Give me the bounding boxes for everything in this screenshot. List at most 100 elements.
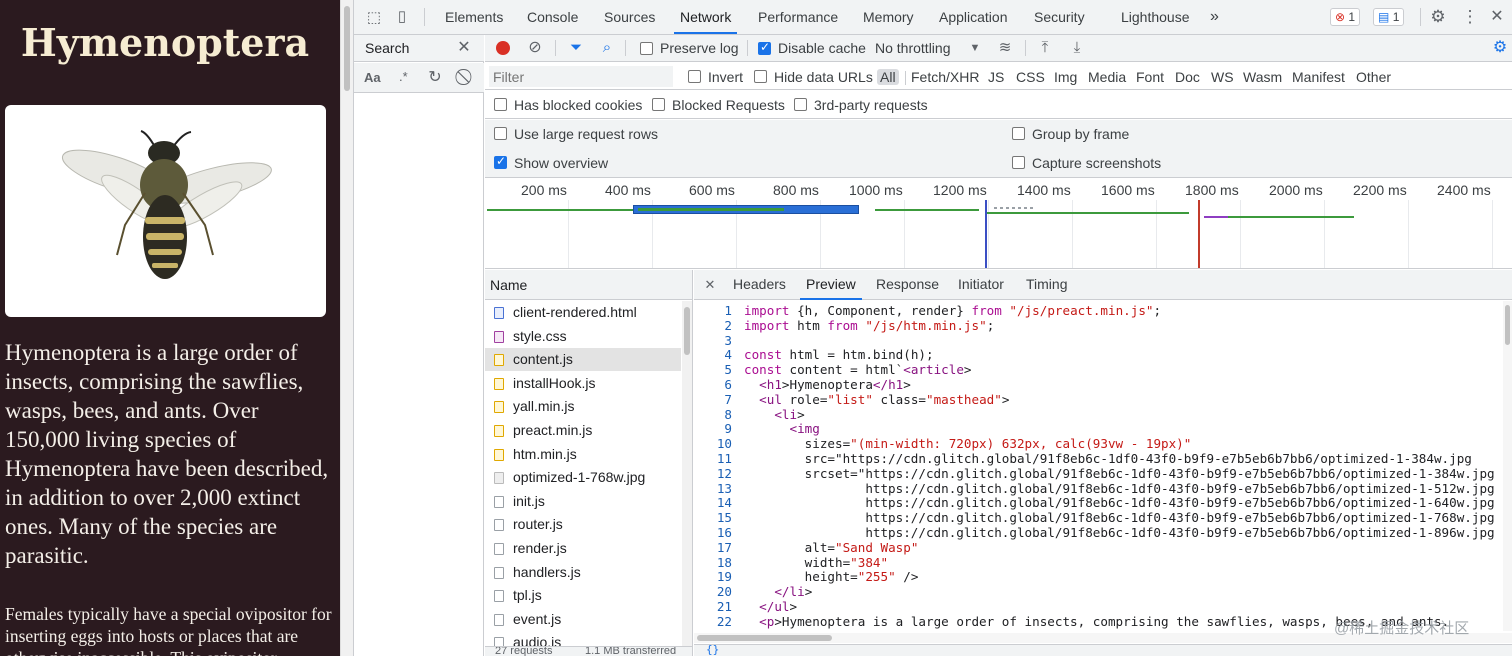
- filter-doc[interactable]: Doc: [1175, 69, 1200, 85]
- request-name: yall.min.js: [513, 398, 575, 415]
- preserve-log-checkbox[interactable]: [640, 42, 653, 55]
- transferred-size: 1.1 MB transferred: [585, 646, 677, 656]
- request-name: tpl.js: [513, 587, 542, 604]
- code-vscroll-thumb[interactable]: [1505, 305, 1510, 345]
- request-list-scrollbar[interactable]: [682, 301, 692, 656]
- more-options-icon[interactable]: ⋮: [1460, 7, 1480, 27]
- filter-input[interactable]: [489, 66, 673, 87]
- has-blocked-cookies-checkbox[interactable]: [494, 98, 507, 111]
- tab-timing[interactable]: Timing: [1026, 270, 1068, 300]
- filter-ws[interactable]: WS: [1211, 69, 1234, 85]
- close-search-icon[interactable]: ✕: [454, 38, 474, 58]
- request-row[interactable]: event.js: [485, 608, 681, 632]
- filter-wasm[interactable]: Wasm: [1243, 69, 1282, 85]
- tab-response[interactable]: Response: [876, 270, 939, 300]
- timeline-bar: [638, 208, 784, 211]
- request-row[interactable]: client-rendered.html: [485, 301, 681, 325]
- code-text: <h1>Hymenoptera</h1>: [759, 377, 911, 392]
- tab-headers[interactable]: Headers: [733, 270, 786, 300]
- request-row[interactable]: yall.min.js: [485, 395, 681, 419]
- tab-performance[interactable]: Performance: [758, 0, 838, 34]
- request-row[interactable]: preact.min.js: [485, 419, 681, 443]
- filter-css[interactable]: CSS: [1016, 69, 1045, 85]
- device-toolbar-icon[interactable]: ▯: [392, 7, 412, 27]
- blocked-requests-checkbox[interactable]: [652, 98, 665, 111]
- third-party-label: 3rd-party requests: [814, 97, 928, 113]
- show-overview-checkbox[interactable]: [494, 154, 507, 169]
- request-row-selected[interactable]: content.js: [485, 348, 681, 372]
- third-party-checkbox[interactable]: [794, 98, 807, 111]
- import-har-icon[interactable]: ⤒: [1035, 38, 1055, 58]
- record-icon[interactable]: [496, 41, 510, 55]
- tab-elements[interactable]: Elements: [445, 0, 503, 34]
- pretty-print-icon[interactable]: {}: [706, 643, 719, 656]
- messages-badge[interactable]: ▤ 1: [1373, 8, 1405, 26]
- network-settings-gear-icon[interactable]: ⚙: [1490, 38, 1510, 58]
- clear-icon[interactable]: ⃠: [457, 68, 477, 88]
- network-conditions-icon[interactable]: ≋: [995, 38, 1015, 58]
- pretty-print-bar[interactable]: {}: [694, 644, 1512, 656]
- code-line: 6 <h1>Hymenoptera</h1>: [694, 377, 1503, 393]
- tab-application[interactable]: Application: [939, 0, 1008, 34]
- tab-sources[interactable]: Sources: [604, 0, 655, 34]
- clear-log-icon[interactable]: ⊘: [525, 38, 545, 58]
- request-list: Name client-rendered.html style.css cont…: [485, 270, 693, 656]
- grid-line: [1324, 200, 1325, 268]
- group-by-frame-checkbox[interactable]: [1012, 127, 1025, 140]
- request-row[interactable]: installHook.js: [485, 372, 681, 396]
- filter-img[interactable]: Img: [1054, 69, 1077, 85]
- throttling-select[interactable]: No throttling: [875, 40, 950, 56]
- settings-gear-icon[interactable]: ⚙: [1428, 7, 1448, 27]
- request-row[interactable]: style.css: [485, 325, 681, 349]
- filter-media[interactable]: Media: [1088, 69, 1126, 85]
- hide-data-urls-label: Hide data URLs: [774, 69, 873, 85]
- code-text: import {h, Component, render} from "/js/…: [744, 304, 1162, 318]
- disable-cache-checkbox[interactable]: [758, 40, 771, 55]
- tab-security[interactable]: Security: [1034, 0, 1085, 34]
- filter-js[interactable]: JS: [988, 69, 1004, 85]
- request-row[interactable]: router.js: [485, 513, 681, 537]
- capture-screenshots-checkbox[interactable]: [1012, 156, 1025, 169]
- filter-fetch-xhr[interactable]: Fetch/XHR: [911, 69, 979, 85]
- export-har-icon[interactable]: ⤓: [1067, 38, 1087, 58]
- tab-lighthouse[interactable]: Lighthouse: [1121, 0, 1190, 34]
- filter-other[interactable]: Other: [1356, 69, 1391, 85]
- refresh-icon[interactable]: ↻: [425, 68, 445, 88]
- match-case-toggle[interactable]: Aa: [364, 70, 381, 85]
- errors-badge[interactable]: ⊗ 1: [1330, 8, 1361, 26]
- tab-memory[interactable]: Memory: [863, 0, 914, 34]
- throttling-dropdown-icon[interactable]: ▼: [965, 38, 985, 58]
- code-hscroll-thumb[interactable]: [697, 635, 832, 641]
- page-scrollbar-thumb[interactable]: [344, 6, 350, 91]
- request-list-scrollbar-thumb[interactable]: [684, 307, 690, 355]
- invert-checkbox[interactable]: [688, 70, 701, 83]
- filter-all[interactable]: All: [877, 69, 899, 85]
- request-row[interactable]: optimized-1-768w.jpg: [485, 466, 681, 490]
- search-icon[interactable]: ⌕: [597, 38, 617, 58]
- filter-manifest[interactable]: Manifest: [1292, 69, 1345, 85]
- code-line: 15 https://cdn.glitch.global/91f8eb6c-1d…: [694, 510, 1503, 526]
- filter-funnel-icon[interactable]: ⏷: [566, 38, 586, 58]
- hide-data-urls-checkbox[interactable]: [754, 70, 767, 83]
- request-row[interactable]: htm.min.js: [485, 443, 681, 467]
- tab-initiator[interactable]: Initiator: [958, 270, 1004, 300]
- request-row[interactable]: init.js: [485, 490, 681, 514]
- filter-font[interactable]: Font: [1136, 69, 1164, 85]
- line-number: 14: [716, 495, 732, 511]
- tab-preview[interactable]: Preview: [800, 270, 862, 300]
- request-row[interactable]: render.js: [485, 537, 681, 561]
- code-line: 5 const content = html`<article>: [694, 362, 1503, 378]
- close-devtools-icon[interactable]: ✕: [1487, 7, 1507, 27]
- request-row[interactable]: tpl.js: [485, 584, 681, 608]
- regex-toggle[interactable]: .*: [399, 69, 408, 84]
- inspect-element-icon[interactable]: ⬚: [364, 8, 384, 28]
- more-tabs-chevron-icon[interactable]: »: [1210, 0, 1219, 34]
- large-rows-checkbox[interactable]: [494, 127, 507, 140]
- close-detail-icon[interactable]: ✕: [700, 275, 720, 295]
- tab-console[interactable]: Console: [527, 0, 578, 34]
- name-column-header[interactable]: Name: [490, 277, 527, 293]
- code-vertical-scrollbar[interactable]: [1503, 301, 1512, 631]
- request-row[interactable]: handlers.js: [485, 561, 681, 585]
- page-scrollbar[interactable]: [340, 0, 353, 656]
- tab-network[interactable]: Network: [673, 0, 738, 34]
